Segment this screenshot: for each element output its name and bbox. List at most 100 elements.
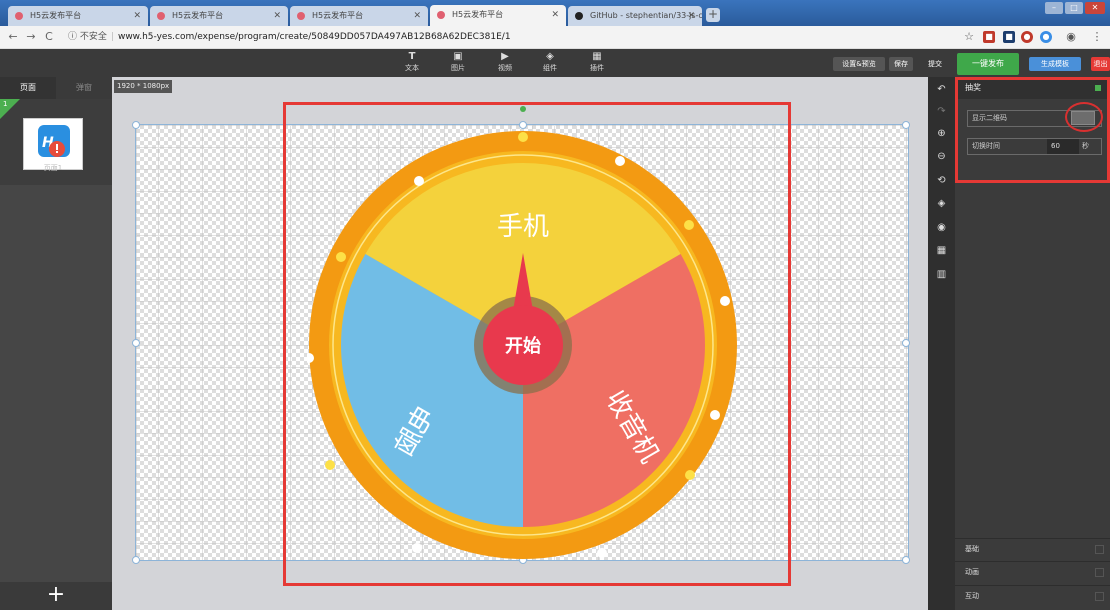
tool-label: 文本 [405, 64, 419, 72]
github-icon [575, 12, 583, 20]
browser-tab[interactable]: H5云发布平台 ✕ [8, 6, 148, 26]
browser-tab[interactable]: H5云发布平台 ✕ [290, 6, 428, 26]
extension-icon[interactable]: ● [1040, 31, 1052, 43]
extension-icon[interactable]: ■ [983, 31, 995, 43]
browser-tab[interactable]: H5云发布平台 ✕ [150, 6, 288, 26]
section-basic[interactable]: 基础 [955, 538, 1110, 560]
text-icon: T [408, 51, 416, 62]
resize-handle[interactable] [132, 121, 140, 129]
minimize-icon[interactable]: – [1045, 2, 1063, 14]
site-favicon-icon [437, 11, 445, 19]
delete-icon[interactable]: ▥ [928, 264, 955, 286]
tab-title: H5云发布平台 [312, 11, 364, 20]
save-button[interactable]: 保存 [889, 57, 913, 71]
maximize-icon[interactable]: □ [1065, 2, 1083, 14]
reload-icon[interactable]: C [42, 30, 56, 43]
add-video-tool[interactable]: ▶ 视频 [490, 51, 520, 73]
close-icon[interactable]: ✕ [687, 6, 695, 26]
component-icon: ◈ [546, 51, 554, 62]
extension-icon[interactable]: ■ [1003, 31, 1015, 43]
grid-icon[interactable]: ▦ [928, 240, 955, 262]
add-component-tool[interactable]: ◈ 组件 [535, 51, 565, 73]
tool-label: 组件 [543, 64, 557, 72]
tab-title: H5云发布平台 [452, 10, 504, 19]
resize-handle[interactable] [902, 339, 910, 347]
resize-handle[interactable] [902, 556, 910, 564]
page-index: 1 [3, 100, 8, 108]
url-field[interactable]: ⓘ 不安全 | www.h5-yes.com/expense/program/cre… [68, 29, 938, 45]
url-text: www.h5-yes.com/expense/program/create/50… [117, 32, 511, 42]
window-controls: – □ ✕ [1045, 2, 1107, 16]
menu-icon[interactable]: ⋮ [1090, 30, 1104, 43]
info-icon[interactable]: ⓘ [68, 32, 77, 42]
section-label: 互动 [965, 592, 979, 600]
properties-highlight-box [955, 77, 1110, 183]
close-icon[interactable]: ✕ [551, 5, 559, 25]
browser-tab-bar: H5云发布平台 ✕ H5云发布平台 ✕ H5云发布平台 ✕ H5云发布平台 ✕ … [0, 0, 1110, 26]
tab-pages[interactable]: 页面 [0, 77, 56, 99]
extension-icon[interactable]: ● [1021, 31, 1033, 43]
plugin-icon: ▦ [592, 51, 602, 62]
tool-label: 图片 [451, 64, 465, 72]
section-label: 基础 [965, 545, 979, 553]
close-icon[interactable]: ✕ [273, 6, 281, 26]
window-close-icon[interactable]: ✕ [1085, 2, 1105, 14]
forward-arrow-icon[interactable]: → [24, 30, 38, 43]
preview-eye-icon[interactable]: ◉ [928, 217, 955, 239]
resize-handle[interactable] [132, 556, 140, 564]
expand-checkbox-icon[interactable] [1095, 545, 1104, 554]
browser-tab[interactable]: GitHub - stephentian/33-js-co ✕ [568, 6, 702, 26]
layers-icon[interactable]: ◈ [928, 193, 955, 215]
pages-panel-tabs: 页面 弹窗 [0, 77, 112, 99]
crop-icon[interactable]: ⟲ [928, 170, 955, 192]
browser-tab-active[interactable]: H5云发布平台 ✕ [430, 5, 566, 26]
close-icon[interactable]: ✕ [133, 6, 141, 26]
back-arrow-icon[interactable]: ← [6, 30, 20, 43]
new-tab-button[interactable]: + [706, 8, 720, 22]
section-interaction[interactable]: 互动 [955, 585, 1110, 607]
site-favicon-icon [15, 12, 23, 20]
security-label: 不安全 [79, 32, 107, 42]
tab-title: H5云发布平台 [30, 11, 82, 20]
resize-handle[interactable] [132, 339, 140, 347]
generate-template-button[interactable]: 生成模板 [1029, 57, 1081, 71]
add-plugin-tool[interactable]: ▦ 插件 [582, 51, 612, 73]
canvas-tool-strip: ↶ ↷ ⊕ ⊖ ⟲ ◈ ◉ ▦ ▥ [928, 77, 955, 610]
tool-label: 视频 [498, 64, 512, 72]
site-favicon-icon [157, 12, 165, 20]
expand-checkbox-icon[interactable] [1095, 568, 1104, 577]
pages-panel: 页面 弹窗 1 H 页面1 + [0, 77, 112, 610]
site-favicon-icon [297, 12, 305, 20]
page-label: 页面1 [43, 164, 63, 172]
resize-handle[interactable] [902, 121, 910, 129]
publish-button[interactable]: 一键发布 [957, 53, 1019, 75]
h5-app-icon: H [38, 125, 70, 157]
canvas-area: 1920 * 1080px 开始 手机 收音机 电脑 [112, 77, 928, 610]
selection-highlight-box [283, 102, 791, 586]
redo-icon[interactable]: ↷ [928, 101, 955, 123]
exit-button[interactable]: 退出 [1091, 57, 1110, 71]
add-page-button[interactable]: + [0, 582, 112, 610]
canvas-size-label: 1920 * 1080px [114, 80, 173, 93]
image-icon: ▣ [453, 51, 463, 62]
section-animation[interactable]: 动画 [955, 561, 1110, 583]
account-icon[interactable]: ◉ [1064, 30, 1078, 43]
video-icon: ▶ [501, 51, 509, 62]
address-bar: ← → C ⓘ 不安全 | www.h5-yes.com/expense/progr… [0, 26, 1110, 49]
add-image-tool[interactable]: ▣ 图片 [443, 51, 473, 73]
submit-button[interactable]: 提交 [925, 57, 945, 71]
settings-preview-button[interactable]: 设置&预览 [833, 57, 885, 71]
zoom-out-icon[interactable]: ⊖ [928, 146, 955, 168]
tab-popups[interactable]: 弹窗 [56, 77, 112, 99]
close-icon[interactable]: ✕ [413, 6, 421, 26]
properties-panel: 抽奖 显示二维码 切换时间 60 秒 基础 动画 互动 [955, 77, 1110, 610]
add-text-tool[interactable]: T 文本 [397, 51, 427, 73]
tab-title: H5云发布平台 [172, 11, 224, 20]
section-label: 动画 [965, 568, 979, 576]
undo-icon[interactable]: ↶ [928, 79, 955, 101]
bookmark-star-icon[interactable]: ☆ [962, 30, 976, 43]
expand-checkbox-icon[interactable] [1095, 592, 1104, 601]
tool-label: 插件 [590, 64, 604, 72]
editor-toolbar: T 文本 ▣ 图片 ▶ 视频 ◈ 组件 ▦ 插件 设置&预览 保存 提交 一键发… [0, 49, 1110, 77]
zoom-in-icon[interactable]: ⊕ [928, 123, 955, 145]
